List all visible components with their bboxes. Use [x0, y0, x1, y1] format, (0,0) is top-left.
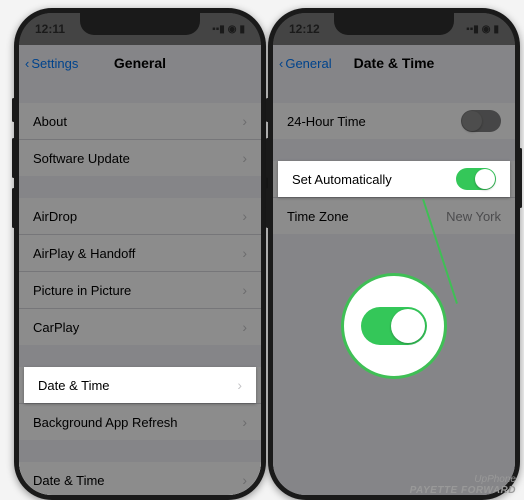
clock: 12:11	[35, 22, 65, 36]
signal-icon: ▪▪▮	[466, 24, 479, 35]
chevron-right-icon: ›	[237, 377, 242, 393]
phone-right: 12:12 ▪▪▮ ◉ ▮ ‹ General Date & Time 24-H…	[268, 8, 520, 500]
callout-toggle-icon	[361, 307, 427, 345]
phone-left: 12:11 ▪▪▮ ◉ ▮ ‹ Settings General About› …	[14, 8, 266, 500]
battery-icon: ▮	[493, 24, 499, 35]
status-icons: ▪▪▮ ◉ ▮	[212, 24, 245, 35]
battery-icon: ▮	[239, 24, 245, 35]
notch	[334, 13, 454, 35]
watermark-line2: PAYETTE FORWARD	[410, 485, 516, 496]
notch	[80, 13, 200, 35]
volume-up	[12, 138, 15, 178]
power-button	[519, 148, 522, 208]
volume-up	[266, 138, 269, 178]
dim-overlay	[273, 13, 515, 495]
mute-switch	[12, 98, 15, 122]
clock: 12:12	[289, 22, 320, 36]
callout-circle	[341, 273, 447, 379]
highlight-label: Date & Time	[38, 378, 110, 393]
volume-down	[266, 188, 269, 228]
mute-switch	[266, 98, 269, 122]
wifi-icon: ◉	[482, 24, 491, 35]
watermark-line1: UpPhone	[410, 474, 516, 485]
dim-overlay	[19, 13, 261, 495]
wifi-icon: ◉	[228, 24, 237, 35]
highlight-date-time[interactable]: Date & Time ›	[24, 367, 256, 403]
watermark: UpPhone PAYETTE FORWARD	[410, 474, 516, 496]
signal-icon: ▪▪▮	[212, 24, 225, 35]
volume-down	[12, 188, 15, 228]
toggle-set-auto-highlight[interactable]	[456, 168, 496, 190]
highlight-set-auto[interactable]: Set Automatically	[278, 161, 510, 197]
highlight-label: Set Automatically	[292, 172, 392, 187]
status-icons: ▪▪▮ ◉ ▮	[466, 24, 499, 35]
